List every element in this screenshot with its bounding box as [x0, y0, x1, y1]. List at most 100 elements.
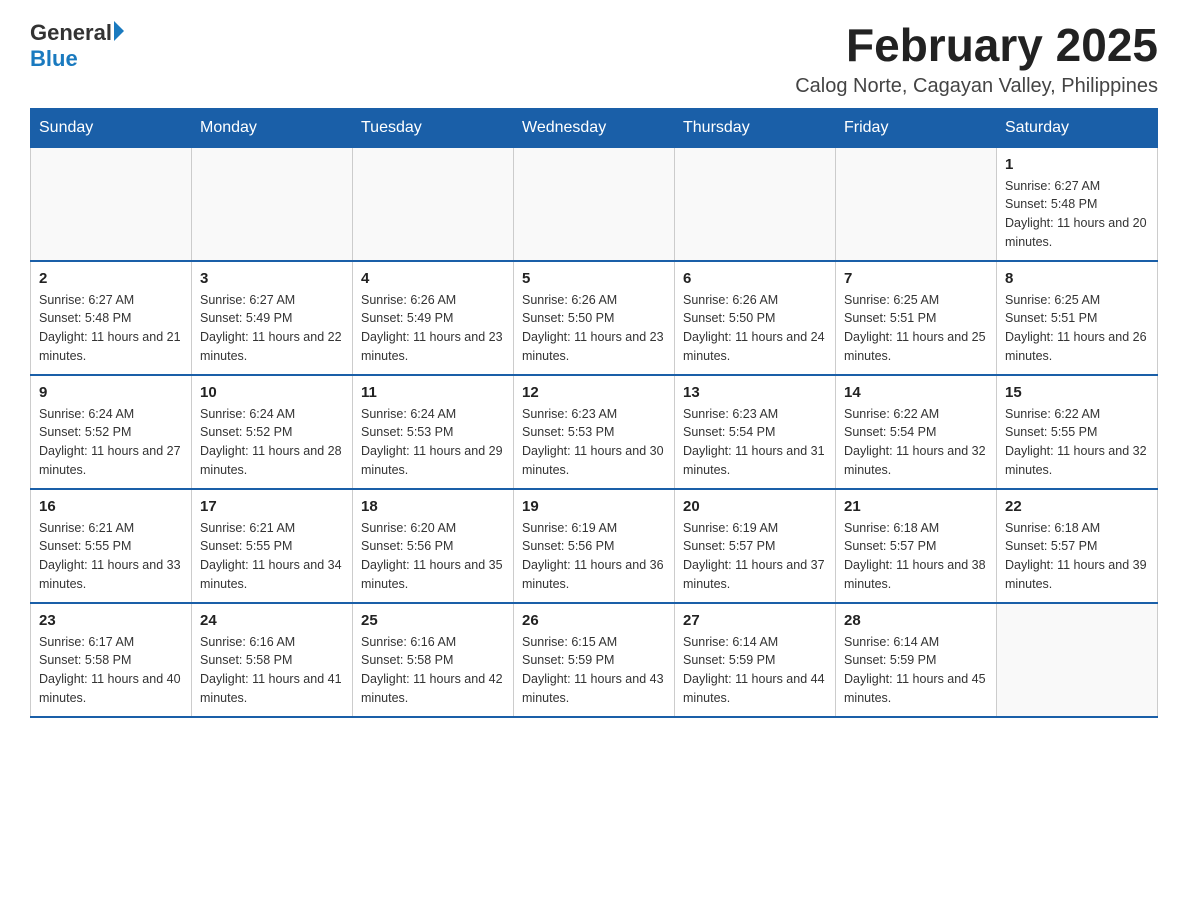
calendar-cell: 18Sunrise: 6:20 AMSunset: 5:56 PMDayligh… [353, 489, 514, 603]
day-info: Sunrise: 6:14 AMSunset: 5:59 PMDaylight:… [683, 633, 827, 708]
page-title: February 2025 [795, 20, 1158, 71]
calendar-cell: 15 Sunrise: 6:22 AMSunset: 5:55 PMDayligh… [997, 375, 1158, 489]
day-info: Sunrise: 6:26 AMSunset: 5:50 PMDaylight:… [683, 291, 827, 366]
day-number: 9 [39, 384, 183, 401]
calendar-cell: 12 Sunrise: 6:23 AMSunset: 5:53 PMDayligh… [514, 375, 675, 489]
day-info: Sunrise: 6:24 AMSunset: 5:52 PMDaylight:… [39, 405, 183, 480]
calendar-table: SundayMondayTuesdayWednesdayThursdayFrid… [30, 108, 1158, 718]
calendar-body: 1 Sunrise: 6:27 AMSunset: 5:48 PMDaylight… [31, 147, 1158, 717]
weekday-header-friday: Friday [836, 108, 997, 147]
weekday-header-tuesday: Tuesday [353, 108, 514, 147]
calendar-cell [514, 147, 675, 261]
day-number: 12 [522, 384, 666, 401]
calendar-cell: 20 Sunrise: 6:19 AMSunset: 5:57 PMDayligh… [675, 489, 836, 603]
calendar-cell [997, 603, 1158, 717]
day-number: 27 [683, 612, 827, 629]
day-info: Sunrise: 6:21 AMSunset: 5:55 PMDaylight:… [200, 519, 344, 594]
day-number: 6 [683, 270, 827, 287]
day-info: Sunrise: 6:14 AMSunset: 5:59 PMDaylight:… [844, 633, 988, 708]
calendar-cell: 25Sunrise: 6:16 AMSunset: 5:58 PMDayligh… [353, 603, 514, 717]
calendar-cell: 10 Sunrise: 6:24 AMSunset: 5:52 PMDayligh… [192, 375, 353, 489]
calendar-cell: 23 Sunrise: 6:17 AMSunset: 5:58 PMDayligh… [31, 603, 192, 717]
calendar-week-row: 9 Sunrise: 6:24 AMSunset: 5:52 PMDaylight… [31, 375, 1158, 489]
logo-text-blue: Blue [30, 46, 124, 72]
day-info: Sunrise: 6:20 AMSunset: 5:56 PMDaylight:… [361, 519, 505, 594]
calendar-cell: 7Sunrise: 6:25 AMSunset: 5:51 PMDaylight… [836, 261, 997, 375]
day-number: 4 [361, 270, 505, 287]
day-number: 3 [200, 270, 344, 287]
calendar-cell: 24Sunrise: 6:16 AMSunset: 5:58 PMDayligh… [192, 603, 353, 717]
day-number: 20 [683, 498, 827, 515]
calendar-cell [192, 147, 353, 261]
calendar-cell [353, 147, 514, 261]
day-info: Sunrise: 6:15 AMSunset: 5:59 PMDaylight:… [522, 633, 666, 708]
day-number: 16 [39, 498, 183, 515]
calendar-cell: 3 Sunrise: 6:27 AMSunset: 5:49 PMDaylight… [192, 261, 353, 375]
weekday-header-monday: Monday [192, 108, 353, 147]
day-info: Sunrise: 6:27 AMSunset: 5:48 PMDaylight:… [39, 291, 183, 366]
day-info: Sunrise: 6:24 AMSunset: 5:53 PMDaylight:… [361, 405, 505, 480]
calendar-cell: 14Sunrise: 6:22 AMSunset: 5:54 PMDayligh… [836, 375, 997, 489]
day-number: 11 [361, 384, 505, 401]
weekday-header-row: SundayMondayTuesdayWednesdayThursdayFrid… [31, 108, 1158, 147]
day-info: Sunrise: 6:23 AMSunset: 5:53 PMDaylight:… [522, 405, 666, 480]
day-number: 8 [1005, 270, 1149, 287]
logo: General Blue [30, 20, 124, 72]
day-number: 17 [200, 498, 344, 515]
calendar-week-row: 16 Sunrise: 6:21 AMSunset: 5:55 PMDayligh… [31, 489, 1158, 603]
day-number: 24 [200, 612, 344, 629]
day-number: 2 [39, 270, 183, 287]
day-info: Sunrise: 6:22 AMSunset: 5:55 PMDaylight:… [1005, 405, 1149, 480]
day-info: Sunrise: 6:23 AMSunset: 5:54 PMDaylight:… [683, 405, 827, 480]
calendar-cell: 6 Sunrise: 6:26 AMSunset: 5:50 PMDaylight… [675, 261, 836, 375]
logo-arrow-icon [114, 21, 124, 41]
calendar-cell: 17 Sunrise: 6:21 AMSunset: 5:55 PMDayligh… [192, 489, 353, 603]
day-number: 1 [1005, 156, 1149, 173]
page-header: General Blue February 2025 Calog Norte, … [30, 20, 1158, 98]
calendar-cell: 2 Sunrise: 6:27 AMSunset: 5:48 PMDaylight… [31, 261, 192, 375]
calendar-cell: 5 Sunrise: 6:26 AMSunset: 5:50 PMDaylight… [514, 261, 675, 375]
day-info: Sunrise: 6:27 AMSunset: 5:49 PMDaylight:… [200, 291, 344, 366]
day-info: Sunrise: 6:21 AMSunset: 5:55 PMDaylight:… [39, 519, 183, 594]
day-number: 5 [522, 270, 666, 287]
calendar-cell: 1Sunrise: 6:27 AMSunset: 5:48 PMDaylight… [997, 147, 1158, 261]
title-block: February 2025 Calog Norte, Cagayan Valle… [795, 20, 1158, 98]
day-info: Sunrise: 6:24 AMSunset: 5:52 PMDaylight:… [200, 405, 344, 480]
day-info: Sunrise: 6:19 AMSunset: 5:57 PMDaylight:… [683, 519, 827, 594]
weekday-header-saturday: Saturday [997, 108, 1158, 147]
day-number: 22 [1005, 498, 1149, 515]
calendar-cell: 13 Sunrise: 6:23 AMSunset: 5:54 PMDayligh… [675, 375, 836, 489]
calendar-cell: 22 Sunrise: 6:18 AMSunset: 5:57 PMDayligh… [997, 489, 1158, 603]
day-info: Sunrise: 6:25 AMSunset: 5:51 PMDaylight:… [1005, 291, 1149, 366]
calendar-week-row: 2 Sunrise: 6:27 AMSunset: 5:48 PMDaylight… [31, 261, 1158, 375]
day-info: Sunrise: 6:16 AMSunset: 5:58 PMDaylight:… [361, 633, 505, 708]
day-info: Sunrise: 6:22 AMSunset: 5:54 PMDaylight:… [844, 405, 988, 480]
day-info: Sunrise: 6:26 AMSunset: 5:50 PMDaylight:… [522, 291, 666, 366]
day-info: Sunrise: 6:18 AMSunset: 5:57 PMDaylight:… [844, 519, 988, 594]
calendar-cell: 28 Sunrise: 6:14 AMSunset: 5:59 PMDayligh… [836, 603, 997, 717]
day-number: 23 [39, 612, 183, 629]
weekday-header-thursday: Thursday [675, 108, 836, 147]
calendar-header: SundayMondayTuesdayWednesdayThursdayFrid… [31, 108, 1158, 147]
day-info: Sunrise: 6:18 AMSunset: 5:57 PMDaylight:… [1005, 519, 1149, 594]
day-info: Sunrise: 6:25 AMSunset: 5:51 PMDaylight:… [844, 291, 988, 366]
day-number: 26 [522, 612, 666, 629]
day-number: 28 [844, 612, 988, 629]
calendar-cell: 27 Sunrise: 6:14 AMSunset: 5:59 PMDayligh… [675, 603, 836, 717]
day-number: 21 [844, 498, 988, 515]
calendar-cell: 26 Sunrise: 6:15 AMSunset: 5:59 PMDayligh… [514, 603, 675, 717]
calendar-cell: 8 Sunrise: 6:25 AMSunset: 5:51 PMDaylight… [997, 261, 1158, 375]
calendar-cell [836, 147, 997, 261]
logo-text-general: General [30, 20, 112, 46]
day-info: Sunrise: 6:17 AMSunset: 5:58 PMDaylight:… [39, 633, 183, 708]
day-info: Sunrise: 6:19 AMSunset: 5:56 PMDaylight:… [522, 519, 666, 594]
page-subtitle: Calog Norte, Cagayan Valley, Philippines [795, 75, 1158, 98]
calendar-week-row: 23 Sunrise: 6:17 AMSunset: 5:58 PMDayligh… [31, 603, 1158, 717]
day-number: 10 [200, 384, 344, 401]
day-number: 19 [522, 498, 666, 515]
day-number: 15 [1005, 384, 1149, 401]
calendar-cell: 11 Sunrise: 6:24 AMSunset: 5:53 PMDayligh… [353, 375, 514, 489]
day-number: 13 [683, 384, 827, 401]
calendar-cell: 21 Sunrise: 6:18 AMSunset: 5:57 PMDayligh… [836, 489, 997, 603]
calendar-cell [31, 147, 192, 261]
